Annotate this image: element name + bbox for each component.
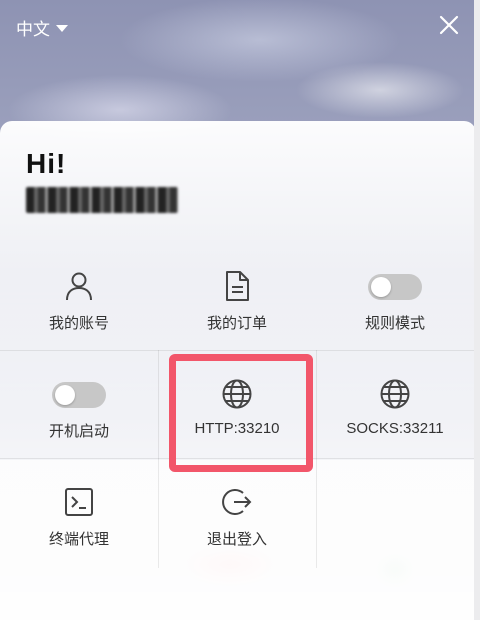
my-orders-button[interactable]: 我的订单	[158, 242, 316, 350]
rule-mode-cell: 规则模式	[316, 242, 474, 350]
language-label: 中文	[16, 20, 50, 39]
terminal-proxy-button[interactable]: 终端代理	[0, 458, 158, 566]
socks-port-label: SOCKS:33211	[346, 420, 444, 437]
close-icon[interactable]	[438, 14, 460, 36]
logout-button[interactable]: 退出登入	[158, 458, 316, 566]
caret-down-icon	[56, 25, 68, 32]
autostart-toggle[interactable]	[52, 382, 106, 408]
my-account-label: 我的账号	[48, 315, 109, 332]
autostart-cell: 开机启动	[0, 350, 158, 458]
globe-icon	[380, 379, 410, 409]
document-icon	[226, 271, 249, 301]
rule-mode-label: 规则模式	[364, 315, 425, 332]
logout-icon	[222, 489, 252, 515]
user-icon	[66, 272, 92, 301]
socks-proxy-button[interactable]: SOCKS:33211	[316, 350, 474, 458]
terminal-icon	[65, 488, 93, 516]
autostart-label: 开机启动	[48, 423, 109, 440]
logout-label: 退出登入	[206, 531, 267, 548]
my-orders-label: 我的订单	[206, 315, 267, 332]
greeting-title: Hi!	[26, 148, 67, 179]
terminal-proxy-label: 终端代理	[48, 531, 109, 548]
my-account-button[interactable]: 我的账号	[0, 242, 158, 350]
top-bar: 中文	[0, 0, 480, 52]
account-id: 81********48	[26, 187, 178, 213]
rule-mode-toggle[interactable]	[368, 274, 422, 300]
language-selector[interactable]: 中文	[16, 15, 68, 40]
window-edge	[474, 0, 480, 620]
highlight-box	[169, 354, 313, 472]
